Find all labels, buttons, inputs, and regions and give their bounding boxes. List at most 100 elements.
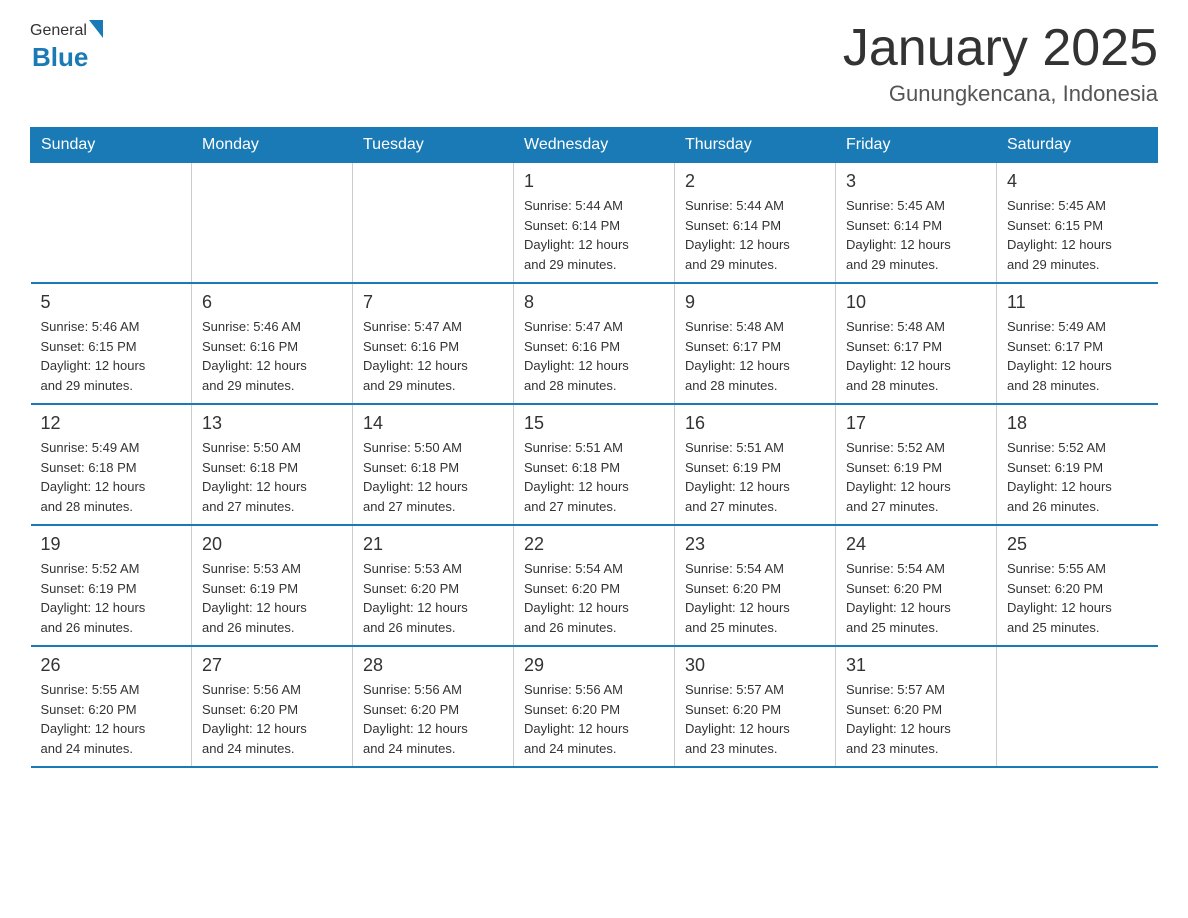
calendar-cell <box>192 163 353 284</box>
day-info: Sunrise: 5:57 AM Sunset: 6:20 PM Dayligh… <box>685 680 825 758</box>
logo-blue-text: Blue <box>32 42 88 73</box>
day-info: Sunrise: 5:44 AM Sunset: 6:14 PM Dayligh… <box>524 196 664 274</box>
day-info: Sunrise: 5:56 AM Sunset: 6:20 PM Dayligh… <box>202 680 342 758</box>
calendar-body: 1 Sunrise: 5:44 AM Sunset: 6:14 PM Daylig… <box>31 163 1158 768</box>
day-number: 28 <box>363 655 503 676</box>
day-number: 15 <box>524 413 664 434</box>
day-number: 25 <box>1007 534 1148 555</box>
day-number: 7 <box>363 292 503 313</box>
logo-general-text: General <box>30 22 87 40</box>
calendar-cell: 13 Sunrise: 5:50 AM Sunset: 6:18 PM Dayli… <box>192 404 353 525</box>
day-number: 24 <box>846 534 986 555</box>
day-info: Sunrise: 5:53 AM Sunset: 6:19 PM Dayligh… <box>202 559 342 637</box>
day-info: Sunrise: 5:48 AM Sunset: 6:17 PM Dayligh… <box>685 317 825 395</box>
day-info: Sunrise: 5:55 AM Sunset: 6:20 PM Dayligh… <box>41 680 182 758</box>
calendar-week-row: 26Sunrise: 5:55 AM Sunset: 6:20 PM Dayli… <box>31 646 1158 767</box>
calendar-cell: 11 Sunrise: 5:49 AM Sunset: 6:17 PM Dayli… <box>997 283 1158 404</box>
calendar-cell <box>997 646 1158 767</box>
calendar-cell: 1 Sunrise: 5:44 AM Sunset: 6:14 PM Daylig… <box>514 163 675 284</box>
calendar-cell: 5Sunrise: 5:46 AM Sunset: 6:15 PM Daylig… <box>31 283 192 404</box>
day-info: Sunrise: 5:48 AM Sunset: 6:17 PM Dayligh… <box>846 317 986 395</box>
location: Gunungkencana, Indonesia <box>843 81 1158 107</box>
calendar-cell: 31 Sunrise: 5:57 AM Sunset: 6:20 PM Dayli… <box>836 646 997 767</box>
day-number: 6 <box>202 292 342 313</box>
day-info: Sunrise: 5:52 AM Sunset: 6:19 PM Dayligh… <box>1007 438 1148 516</box>
day-info: Sunrise: 5:47 AM Sunset: 6:16 PM Dayligh… <box>524 317 664 395</box>
day-number: 30 <box>685 655 825 676</box>
calendar-cell: 10 Sunrise: 5:48 AM Sunset: 6:17 PM Dayli… <box>836 283 997 404</box>
calendar-cell: 25 Sunrise: 5:55 AM Sunset: 6:20 PM Dayli… <box>997 525 1158 646</box>
calendar-table: SundayMondayTuesdayWednesdayThursdayFrid… <box>30 127 1158 768</box>
calendar-cell: 29 Sunrise: 5:56 AM Sunset: 6:20 PM Dayli… <box>514 646 675 767</box>
title-block: January 2025 Gunungkencana, Indonesia <box>843 20 1158 107</box>
day-info: Sunrise: 5:54 AM Sunset: 6:20 PM Dayligh… <box>524 559 664 637</box>
calendar-cell: 21 Sunrise: 5:53 AM Sunset: 6:20 PM Dayli… <box>353 525 514 646</box>
calendar-week-row: 5Sunrise: 5:46 AM Sunset: 6:15 PM Daylig… <box>31 283 1158 404</box>
day-number: 12 <box>41 413 182 434</box>
calendar-cell: 17 Sunrise: 5:52 AM Sunset: 6:19 PM Dayli… <box>836 404 997 525</box>
day-number: 17 <box>846 413 986 434</box>
day-info: Sunrise: 5:55 AM Sunset: 6:20 PM Dayligh… <box>1007 559 1148 637</box>
day-number: 9 <box>685 292 825 313</box>
calendar-week-row: 19 Sunrise: 5:52 AM Sunset: 6:19 PM Dayli… <box>31 525 1158 646</box>
calendar-cell: 6 Sunrise: 5:46 AM Sunset: 6:16 PM Daylig… <box>192 283 353 404</box>
calendar-cell: 16 Sunrise: 5:51 AM Sunset: 6:19 PM Dayli… <box>675 404 836 525</box>
calendar-cell: 26Sunrise: 5:55 AM Sunset: 6:20 PM Dayli… <box>31 646 192 767</box>
calendar-cell <box>31 163 192 284</box>
day-number: 16 <box>685 413 825 434</box>
calendar-week-row: 1 Sunrise: 5:44 AM Sunset: 6:14 PM Daylig… <box>31 163 1158 284</box>
day-info: Sunrise: 5:52 AM Sunset: 6:19 PM Dayligh… <box>846 438 986 516</box>
day-number: 13 <box>202 413 342 434</box>
day-number: 10 <box>846 292 986 313</box>
calendar-cell: 30 Sunrise: 5:57 AM Sunset: 6:20 PM Dayli… <box>675 646 836 767</box>
day-number: 2 <box>685 171 825 192</box>
calendar-cell: 18 Sunrise: 5:52 AM Sunset: 6:19 PM Dayli… <box>997 404 1158 525</box>
calendar-cell: 20 Sunrise: 5:53 AM Sunset: 6:19 PM Dayli… <box>192 525 353 646</box>
day-info: Sunrise: 5:54 AM Sunset: 6:20 PM Dayligh… <box>685 559 825 637</box>
calendar-cell: 8Sunrise: 5:47 AM Sunset: 6:16 PM Daylig… <box>514 283 675 404</box>
day-number: 5 <box>41 292 182 313</box>
calendar-cell: 9 Sunrise: 5:48 AM Sunset: 6:17 PM Daylig… <box>675 283 836 404</box>
calendar-cell: 12Sunrise: 5:49 AM Sunset: 6:18 PM Dayli… <box>31 404 192 525</box>
day-header-tuesday: Tuesday <box>353 128 514 163</box>
day-info: Sunrise: 5:57 AM Sunset: 6:20 PM Dayligh… <box>846 680 986 758</box>
calendar-cell: 23Sunrise: 5:54 AM Sunset: 6:20 PM Dayli… <box>675 525 836 646</box>
calendar-cell: 2 Sunrise: 5:44 AM Sunset: 6:14 PM Daylig… <box>675 163 836 284</box>
day-info: Sunrise: 5:50 AM Sunset: 6:18 PM Dayligh… <box>363 438 503 516</box>
calendar-cell: 27Sunrise: 5:56 AM Sunset: 6:20 PM Dayli… <box>192 646 353 767</box>
day-number: 21 <box>363 534 503 555</box>
day-number: 20 <box>202 534 342 555</box>
day-number: 4 <box>1007 171 1148 192</box>
day-header-saturday: Saturday <box>997 128 1158 163</box>
day-header-wednesday: Wednesday <box>514 128 675 163</box>
calendar-cell: 24Sunrise: 5:54 AM Sunset: 6:20 PM Dayli… <box>836 525 997 646</box>
day-number: 11 <box>1007 292 1148 313</box>
calendar-cell: 3Sunrise: 5:45 AM Sunset: 6:14 PM Daylig… <box>836 163 997 284</box>
calendar-header: SundayMondayTuesdayWednesdayThursdayFrid… <box>31 128 1158 163</box>
day-info: Sunrise: 5:56 AM Sunset: 6:20 PM Dayligh… <box>524 680 664 758</box>
calendar-cell: 22Sunrise: 5:54 AM Sunset: 6:20 PM Dayli… <box>514 525 675 646</box>
day-number: 19 <box>41 534 182 555</box>
logo: General Blue <box>30 20 103 73</box>
day-number: 18 <box>1007 413 1148 434</box>
calendar-cell: 4Sunrise: 5:45 AM Sunset: 6:15 PM Daylig… <box>997 163 1158 284</box>
calendar-cell: 7Sunrise: 5:47 AM Sunset: 6:16 PM Daylig… <box>353 283 514 404</box>
day-header-monday: Monday <box>192 128 353 163</box>
calendar-cell <box>353 163 514 284</box>
day-info: Sunrise: 5:52 AM Sunset: 6:19 PM Dayligh… <box>41 559 182 637</box>
calendar-cell: 28Sunrise: 5:56 AM Sunset: 6:20 PM Dayli… <box>353 646 514 767</box>
calendar-week-row: 12Sunrise: 5:49 AM Sunset: 6:18 PM Dayli… <box>31 404 1158 525</box>
day-number: 31 <box>846 655 986 676</box>
day-info: Sunrise: 5:50 AM Sunset: 6:18 PM Dayligh… <box>202 438 342 516</box>
day-info: Sunrise: 5:44 AM Sunset: 6:14 PM Dayligh… <box>685 196 825 274</box>
day-number: 1 <box>524 171 664 192</box>
day-info: Sunrise: 5:51 AM Sunset: 6:19 PM Dayligh… <box>685 438 825 516</box>
day-number: 3 <box>846 171 986 192</box>
day-number: 29 <box>524 655 664 676</box>
day-headers-row: SundayMondayTuesdayWednesdayThursdayFrid… <box>31 128 1158 163</box>
calendar-cell: 19 Sunrise: 5:52 AM Sunset: 6:19 PM Dayli… <box>31 525 192 646</box>
day-info: Sunrise: 5:53 AM Sunset: 6:20 PM Dayligh… <box>363 559 503 637</box>
calendar-cell: 15Sunrise: 5:51 AM Sunset: 6:18 PM Dayli… <box>514 404 675 525</box>
day-info: Sunrise: 5:46 AM Sunset: 6:16 PM Dayligh… <box>202 317 342 395</box>
day-info: Sunrise: 5:49 AM Sunset: 6:17 PM Dayligh… <box>1007 317 1148 395</box>
